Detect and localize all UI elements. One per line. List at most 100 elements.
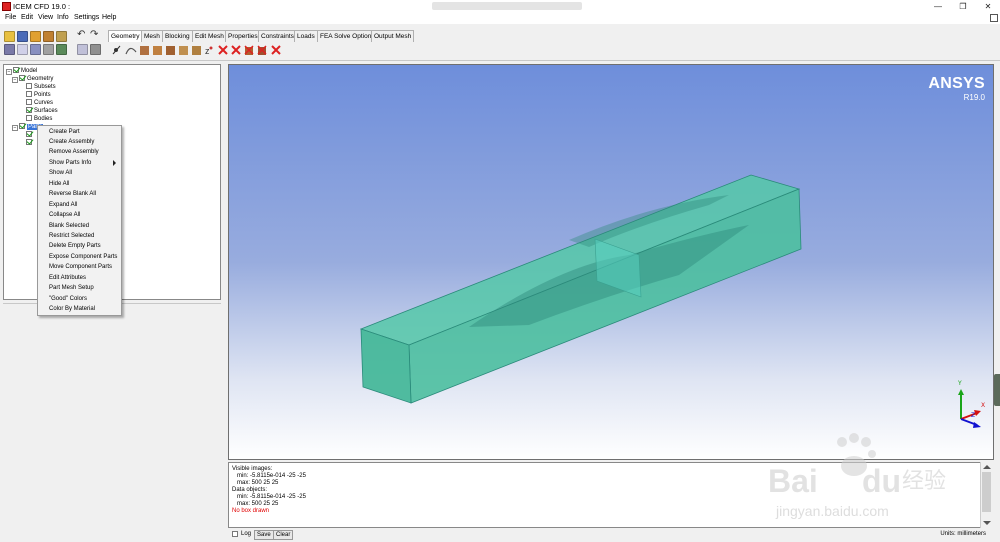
menu-item-delete-empty-parts[interactable]: Delete Empty Parts bbox=[49, 241, 101, 251]
graphics-viewport[interactable]: ANSYS R19.0 Y X Z bbox=[228, 64, 994, 460]
delete-body-icon[interactable] bbox=[257, 45, 267, 55]
open-blocking-icon[interactable] bbox=[43, 31, 54, 42]
restore-window-icon[interactable] bbox=[990, 14, 998, 22]
menu-item-expand-all[interactable]: Expand All bbox=[49, 200, 77, 210]
menu-item-good-colors[interactable]: "Good" Colors bbox=[49, 294, 87, 304]
menu-item-move-component-parts[interactable]: Move Component Parts bbox=[49, 262, 112, 272]
delete-any-entity-icon[interactable] bbox=[271, 45, 281, 55]
zoom-icon[interactable] bbox=[30, 44, 41, 55]
save-disk-icon[interactable] bbox=[17, 31, 28, 42]
expander-minus-icon[interactable]: − bbox=[12, 125, 18, 131]
tab-fea-solve-options[interactable]: FEA Solve Options bbox=[317, 30, 378, 42]
menu-item-show-parts-info[interactable]: Show Parts Info bbox=[49, 158, 121, 168]
menu-item-color-by-material[interactable]: Color By Material bbox=[49, 304, 95, 314]
y-axis-arrow bbox=[958, 389, 964, 395]
minimize-button[interactable]: — bbox=[926, 1, 950, 12]
render-icon[interactable] bbox=[77, 44, 88, 55]
create-point-icon[interactable] bbox=[112, 45, 121, 55]
menu-view[interactable]: View bbox=[38, 14, 53, 21]
menu-item-show-all[interactable]: Show All bbox=[49, 168, 72, 178]
svg-text:z: z bbox=[205, 46, 210, 56]
settings-cog-icon[interactable] bbox=[90, 44, 101, 55]
x-axis-label: X bbox=[981, 402, 985, 409]
save-button[interactable]: Save bbox=[254, 530, 274, 540]
create-curve-icon[interactable] bbox=[125, 47, 137, 55]
bodies-checkbox[interactable] bbox=[26, 115, 32, 121]
menu-edit[interactable]: Edit bbox=[21, 14, 33, 21]
part-1-checkbox[interactable] bbox=[26, 131, 32, 137]
tab-mesh[interactable]: Mesh bbox=[141, 30, 163, 42]
menu-settings[interactable]: Settings bbox=[74, 14, 99, 21]
geometry-model[interactable] bbox=[229, 65, 994, 460]
expander-minus-icon[interactable]: − bbox=[12, 77, 18, 83]
surfaces-checkbox[interactable] bbox=[26, 107, 32, 113]
tree-node-geometry[interactable]: − Geometry bbox=[12, 75, 53, 83]
tab-edit-mesh[interactable]: Edit Mesh bbox=[192, 30, 227, 42]
redo-icon[interactable]: ↷ bbox=[90, 29, 98, 40]
menu-file[interactable]: File bbox=[5, 14, 16, 21]
open-folder-icon[interactable] bbox=[4, 31, 15, 42]
message-scrollbar[interactable] bbox=[980, 462, 992, 528]
subsets-checkbox[interactable] bbox=[26, 83, 32, 89]
menu-bar: File Edit View Info Settings Help bbox=[0, 13, 1000, 24]
curves-checkbox[interactable] bbox=[26, 99, 32, 105]
restore-dormant-icon[interactable]: z bbox=[205, 46, 213, 56]
menu-item-create-part[interactable]: Create Part bbox=[49, 127, 80, 137]
menu-item-part-mesh-setup[interactable]: Part Mesh Setup bbox=[49, 283, 94, 293]
menu-item-hide-all[interactable]: Hide All bbox=[49, 179, 69, 189]
tab-blocking[interactable]: Blocking bbox=[162, 30, 193, 42]
close-button[interactable]: ✕ bbox=[976, 1, 1000, 12]
delete-surface-icon[interactable] bbox=[244, 45, 254, 55]
points-checkbox[interactable] bbox=[26, 91, 32, 97]
menu-item-expose-component-parts[interactable]: Expose Component Parts bbox=[49, 252, 117, 262]
axis-triad: Y X Z bbox=[957, 380, 985, 428]
menu-help[interactable]: Help bbox=[102, 14, 116, 21]
paw-toe-icon bbox=[837, 437, 847, 447]
delete-point-icon[interactable] bbox=[218, 45, 228, 55]
repair-geometry-icon[interactable] bbox=[179, 46, 188, 55]
clear-button[interactable]: Clear bbox=[273, 530, 294, 540]
create-surface-icon[interactable] bbox=[140, 46, 149, 55]
menu-item-remove-assembly[interactable]: Remove Assembly bbox=[49, 147, 99, 157]
scroll-up-icon[interactable] bbox=[983, 465, 991, 469]
message-line: min: -5.8115e-014 -25 -25 bbox=[232, 473, 306, 479]
log-checkbox[interactable] bbox=[232, 531, 238, 537]
undo-icon[interactable]: ↶ bbox=[77, 29, 85, 40]
scroll-thumb[interactable] bbox=[982, 472, 991, 512]
viewport-side-handle[interactable] bbox=[994, 374, 1000, 406]
tree-node-part-2[interactable] bbox=[26, 139, 34, 147]
menu-info[interactable]: Info bbox=[57, 14, 69, 21]
measure-icon[interactable] bbox=[43, 44, 54, 55]
tree-node-points[interactable]: Points bbox=[26, 91, 51, 99]
tree-node-subsets[interactable]: Subsets bbox=[26, 83, 56, 91]
tree-node-bodies[interactable]: Bodies bbox=[26, 115, 52, 123]
tab-geometry[interactable]: Geometry bbox=[108, 30, 143, 42]
display-icon[interactable] bbox=[56, 44, 67, 55]
open-geometry-icon[interactable] bbox=[30, 31, 41, 42]
transform-geometry-icon[interactable] bbox=[192, 46, 201, 55]
faceted-icon[interactable] bbox=[166, 46, 175, 55]
tab-properties[interactable]: Properties bbox=[225, 30, 261, 42]
tab-constraints[interactable]: Constraints bbox=[258, 30, 297, 42]
error-message-line: No box drawn bbox=[232, 508, 270, 514]
fit-window-icon[interactable] bbox=[4, 44, 15, 55]
create-body-icon[interactable] bbox=[153, 46, 162, 55]
tree-node-surfaces[interactable]: Surfaces bbox=[26, 107, 58, 115]
parts-checkbox[interactable] bbox=[19, 123, 25, 129]
menu-item-blank-selected[interactable]: Blank Selected bbox=[49, 221, 89, 231]
model-checkbox[interactable] bbox=[13, 67, 19, 73]
delete-curve-icon[interactable] bbox=[231, 45, 241, 55]
menu-item-collapse-all[interactable]: Collapse All bbox=[49, 210, 80, 220]
menu-item-restrict-selected[interactable]: Restrict Selected bbox=[49, 231, 94, 241]
part-2-checkbox[interactable] bbox=[26, 139, 32, 145]
menu-item-reverse-blank-all[interactable]: Reverse Blank All bbox=[49, 189, 96, 199]
tab-loads[interactable]: Loads bbox=[294, 30, 318, 42]
open-mesh-icon[interactable] bbox=[56, 31, 67, 42]
menu-item-create-assembly[interactable]: Create Assembly bbox=[49, 137, 94, 147]
tab-output-mesh[interactable]: Output Mesh bbox=[371, 30, 415, 42]
scroll-down-icon[interactable] bbox=[983, 521, 991, 525]
menu-item-edit-attributes[interactable]: Edit Attributes bbox=[49, 273, 86, 283]
maximize-button[interactable]: ❐ bbox=[951, 1, 975, 12]
geometry-checkbox[interactable] bbox=[19, 75, 25, 81]
zoom-box-icon[interactable] bbox=[17, 44, 28, 55]
